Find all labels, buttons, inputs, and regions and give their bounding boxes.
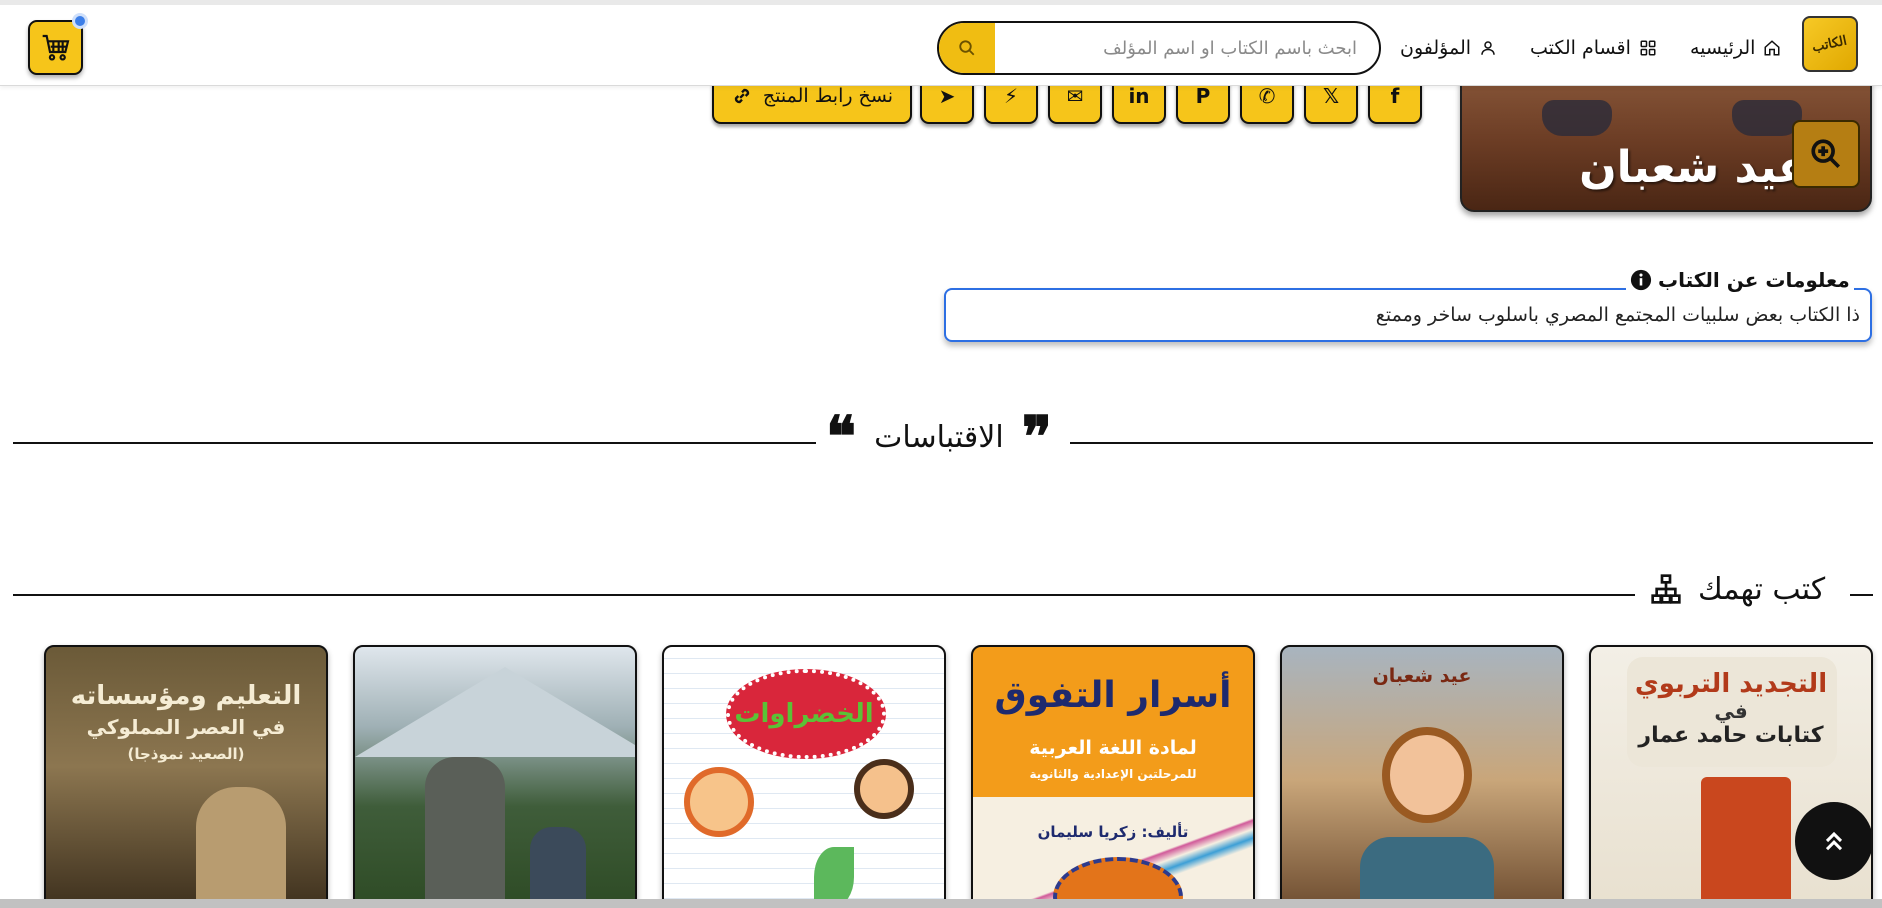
book-title: التجديد التربوي: [1634, 669, 1828, 699]
cover-artwork: [684, 767, 754, 837]
book-extra: للمرحلتين الإعدادية والثانوية: [1029, 767, 1197, 781]
x-icon: 𝕏: [1322, 84, 1340, 108]
cart-button[interactable]: [28, 20, 83, 75]
book-title: أسرار التفوق: [994, 675, 1232, 716]
quote-open-icon: ❞: [1021, 404, 1052, 470]
nav-home-link[interactable]: الرئيسيه: [1690, 33, 1781, 63]
book-title: التعليم ومؤسساته: [70, 681, 302, 711]
back-to-top-button[interactable]: [1795, 802, 1873, 880]
book-subtitle: في: [1714, 699, 1748, 723]
related-books-heading: كتب تهمك: [1650, 566, 1825, 612]
link-icon: [734, 88, 750, 104]
section-divider: [1070, 442, 1873, 444]
section-divider: [13, 594, 1635, 596]
messenger-icon: ⚡: [1003, 84, 1019, 108]
cover-artwork: [425, 757, 505, 908]
book-title: الخضراوات: [734, 699, 874, 729]
cover-artwork: [355, 667, 635, 757]
related-book-card[interactable]: التعليم ومؤسساته في العصر المملوكي (الصع…: [44, 645, 328, 908]
site-logo[interactable]: الكاتب: [1802, 16, 1858, 72]
book-title: عيد شعبان: [1372, 665, 1472, 687]
book-info-title-text: معلومات عن الكتاب: [1658, 268, 1850, 292]
nav-home-label: الرئيسيه: [1690, 37, 1756, 59]
book-description: ذا الكتاب بعض سلبيات المجتمع المصري باسل…: [944, 288, 1872, 342]
nav-categories-label: اقسام الكتب: [1530, 37, 1631, 59]
book-author: تأليف: زكريا سليمان: [1037, 823, 1189, 841]
grid-icon: [1640, 40, 1656, 56]
sitemap-icon: [1651, 574, 1681, 604]
cover-artwork: [530, 827, 586, 908]
search-bar: [937, 21, 1381, 75]
related-book-card[interactable]: عيد شعبان: [1280, 645, 1564, 908]
users-icon: [1481, 41, 1495, 55]
double-chevron-up-icon: [1825, 831, 1843, 851]
zoom-in-icon: [1811, 139, 1841, 169]
quotes-heading-text: الاقتباسات: [874, 419, 1004, 455]
cover-author-text: عيد شعبان: [1579, 142, 1808, 193]
book-subtitle: في العصر المملوكي: [86, 715, 286, 739]
home-icon: [1764, 40, 1780, 56]
book-subtitle: لمادة اللغة العربية: [1029, 737, 1197, 759]
related-book-card[interactable]: الخضراوات: [662, 645, 946, 908]
nav-categories-link[interactable]: اقسام الكتب: [1530, 33, 1657, 63]
section-divider: [13, 442, 816, 444]
search-button[interactable]: [939, 23, 995, 73]
cart-badge: [72, 13, 88, 29]
search-input[interactable]: [995, 23, 1379, 73]
cover-artwork: [1382, 727, 1472, 823]
quotes-heading: ❞ الاقتباسات ❝: [826, 404, 1052, 470]
pinterest-icon: P: [1195, 84, 1211, 108]
related-book-card[interactable]: أسرار التفوق لمادة اللغة العربية للمرحلت…: [971, 645, 1255, 908]
horizontal-scrollbar[interactable]: [0, 899, 1882, 908]
copy-link-label: نسخ رابط المنتج: [762, 85, 894, 107]
cover-artwork: [1701, 777, 1791, 908]
search-icon: [959, 40, 975, 56]
nav-authors-label: المؤلفون: [1400, 37, 1472, 59]
book-extra: (الصعيد نموذجا): [127, 745, 245, 763]
cart-icon: [42, 34, 69, 61]
book-description-text: ذا الكتاب بعض سلبيات المجتمع المصري باسل…: [1375, 304, 1860, 326]
cover-artwork: [854, 759, 914, 819]
top-navbar: الكاتب الرئيسيه اقسام الكتب المؤلفون: [0, 0, 1882, 86]
related-book-card[interactable]: [353, 645, 637, 908]
info-icon: [1630, 269, 1652, 291]
facebook-icon: f: [1390, 84, 1400, 108]
section-divider: [1850, 594, 1873, 596]
zoom-button[interactable]: [1792, 120, 1860, 188]
nav-authors-link[interactable]: المؤلفون: [1400, 33, 1497, 63]
cover-artwork: [814, 847, 854, 907]
telegram-icon: ➤: [938, 84, 956, 108]
book-info-title: معلومات عن الكتاب: [1626, 268, 1854, 292]
quote-close-icon: ❝: [826, 404, 857, 470]
related-books-heading-text: كتب تهمك: [1698, 571, 1826, 607]
email-icon: ✉: [1066, 84, 1084, 108]
book-extra: كتابات حامد عمار: [1638, 723, 1824, 748]
cover-artwork: [1360, 837, 1494, 908]
linkedin-icon: in: [1128, 84, 1150, 108]
whatsapp-icon: ✆: [1258, 84, 1276, 108]
cover-artwork: [196, 787, 286, 908]
cover-figure: [1542, 100, 1612, 136]
logo-text: الكاتب: [1811, 33, 1849, 55]
